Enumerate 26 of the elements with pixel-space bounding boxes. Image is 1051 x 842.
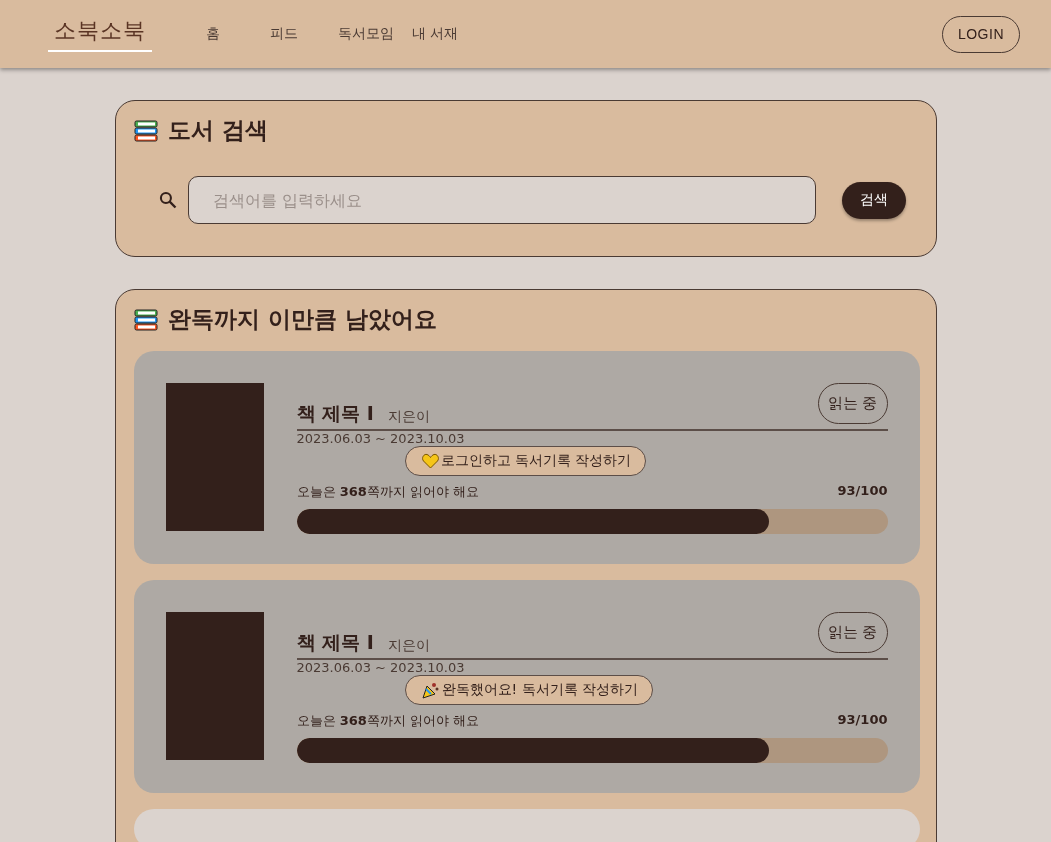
daily-goal: 오늘은 368쪽까지 읽어야 해요	[296, 712, 480, 730]
book-title: 책 제목 I	[296, 401, 374, 426]
section-title: 도서 검색	[167, 116, 268, 145]
search-field[interactable]: 검색어를 입력하세요	[187, 176, 816, 224]
nav-link[interactable]: 독서모임	[328, 25, 404, 43]
party-popper-icon	[421, 681, 440, 699]
search-icon[interactable]	[157, 190, 178, 210]
progress-score: 93/100	[837, 483, 888, 500]
nav-link[interactable]: 홈	[186, 25, 240, 43]
daily-goal: 오늘은 368쪽까지 읽어야 해요	[296, 483, 480, 501]
write-record-button[interactable]: 로그인하고 독서기록 작성하기	[404, 446, 647, 476]
section-title: 완독까지 이만큼 남았어요	[167, 305, 437, 334]
reading-dates: 2023.06.03 ~ 2023.10.03	[296, 431, 466, 447]
book-author: 지은이	[387, 408, 430, 426]
search-button[interactable]: 검색	[841, 181, 906, 219]
logo[interactable]: 소북소북	[48, 16, 152, 52]
reading-dates: 2023.06.03 ~ 2023.10.03	[296, 660, 466, 676]
heart-icon	[421, 453, 439, 469]
nav-link[interactable]: 피드	[240, 25, 328, 43]
write-record-button[interactable]: 완독했어요! 독서기록 작성하기	[404, 675, 653, 705]
progress-score: 93/100	[837, 712, 888, 729]
books-icon	[133, 118, 158, 143]
books-icon	[133, 307, 158, 332]
book-author: 지은이	[387, 637, 430, 655]
nav-link[interactable]: 내 서재	[404, 25, 467, 43]
book-title: 책 제목 I	[296, 630, 374, 655]
